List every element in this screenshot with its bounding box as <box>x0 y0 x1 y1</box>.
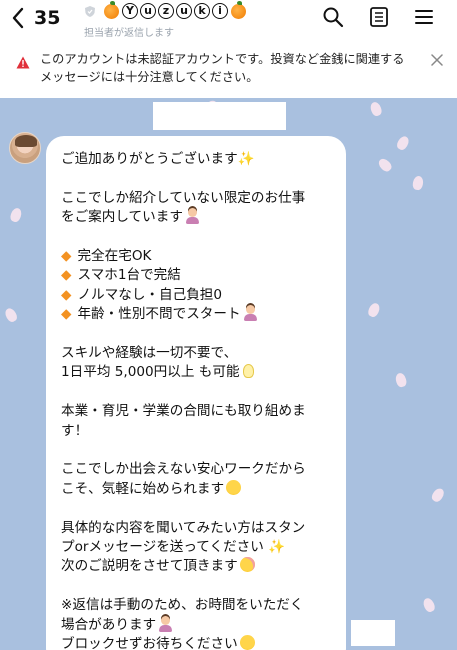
message-line: ◆ 完全在宅OK <box>61 248 152 264</box>
menu-icon[interactable] <box>413 6 435 28</box>
sparkles-icon: ✨ <box>237 151 255 167</box>
petal-decoration <box>376 156 394 174</box>
unread-count: 35 <box>34 7 61 29</box>
orange-diamond-icon: ◆ <box>61 267 72 284</box>
message-line: スキルや経験は一切不要で、 <box>61 345 238 362</box>
smiling-face-icon <box>226 479 242 495</box>
title-letter: z <box>158 3 174 19</box>
chat-subtitle: 担当者が返信します <box>84 28 174 39</box>
petal-decoration <box>421 596 437 614</box>
warning-icon <box>16 56 30 69</box>
title-letter: u <box>176 3 192 19</box>
title-letter: Y <box>122 3 138 19</box>
shield-icon <box>85 5 95 17</box>
chat-header: 35 Y u z u k i 担当者が返信します <box>0 0 457 39</box>
message-line: ここでしか紹介していない限定のお仕事 <box>61 189 306 206</box>
note-icon[interactable] <box>368 6 390 28</box>
message-line: ◆ ノルマなし・自己負担0 <box>61 286 223 303</box>
orange-icon <box>104 0 119 19</box>
relieved-face-icon <box>239 557 255 573</box>
petal-decoration <box>411 175 425 191</box>
message-line: ブロックせずお待ちください <box>61 635 336 650</box>
message-line: 具体的な内容を聞いてみたい方はスタン <box>61 519 306 536</box>
message-line: 場合があります <box>61 615 336 635</box>
pensive-face-icon <box>239 635 255 650</box>
message-line: ご追加ありがとうございます✨ <box>61 151 255 167</box>
back-button[interactable]: 35 <box>10 4 60 32</box>
blank-block <box>351 620 395 646</box>
message-line: 本業・育児・学業の合間にも取り組めま <box>61 403 306 420</box>
blank-block <box>153 102 286 130</box>
message-bubble[interactable]: ご追加ありがとうございます✨ ここでしか紹介していない限定のお仕事 をご案内して… <box>46 136 346 650</box>
chat-title[interactable]: Y u z u k i 担当者が返信します <box>84 0 248 39</box>
orange-diamond-icon: ◆ <box>61 248 72 264</box>
light-bulb-icon <box>242 364 254 379</box>
message-line: す！ <box>61 422 89 439</box>
person-gesturing-ok-icon <box>243 305 258 322</box>
message-line: ここでしか出会えない安心ワークだから <box>61 461 306 478</box>
petal-decoration <box>394 371 408 389</box>
message-line: こそ、気軽に始められます <box>61 479 336 499</box>
message-line: プorメッセージを送ってください ✨ <box>61 539 286 556</box>
petal-decoration <box>8 206 24 224</box>
avatar[interactable] <box>9 132 41 164</box>
message-line: 次のご説明をさせて頂きます <box>61 557 336 576</box>
close-icon[interactable] <box>431 54 443 66</box>
petal-decoration <box>368 100 384 118</box>
orange-diamond-icon: ◆ <box>61 286 72 303</box>
message-line: をご案内しています <box>61 208 336 227</box>
person-tipping-hand-icon <box>185 208 200 225</box>
orange-diamond-icon: ◆ <box>61 306 72 323</box>
back-chevron-icon <box>12 7 24 29</box>
title-letter: u <box>140 3 156 19</box>
title-letter: k <box>194 3 210 19</box>
search-icon[interactable] <box>322 6 344 28</box>
message-line: 1日平均 5,000円以上 も可能 <box>61 363 336 382</box>
petal-decoration <box>3 306 19 324</box>
person-bowing-icon <box>158 615 173 632</box>
message-line: ◆ 年齢・性別不問でスタート <box>61 305 336 324</box>
message-line: ※返信は手動のため、お時間をいただく <box>61 597 304 614</box>
orange-icon <box>231 0 246 19</box>
title-letter: i <box>212 3 228 19</box>
message-line: ◆ スマホ1台で完結 <box>61 267 181 284</box>
warning-text: このアカウントは未認証アカウントです。投資など金銭に関連するメッセージには十分注… <box>40 52 405 84</box>
petal-decoration <box>395 134 411 152</box>
petal-decoration <box>429 486 447 504</box>
sparkles-icon: ✨ <box>263 539 286 556</box>
unverified-account-warning: このアカウントは未認証アカウントです。投資など金銭に関連するメッセージには十分注… <box>0 44 457 98</box>
chat-area[interactable]: ご追加ありがとうございます✨ ここでしか紹介していない限定のお仕事 をご案内して… <box>0 98 457 650</box>
petal-decoration <box>366 301 382 319</box>
